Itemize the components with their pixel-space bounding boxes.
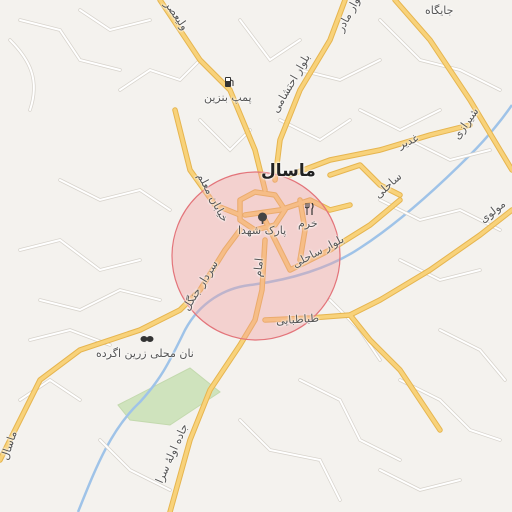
road-label-imam: امام [251,257,266,278]
gas-station-label[interactable]: پمپ بنزین [204,92,252,103]
park-label[interactable]: پارک شهدا [238,225,286,236]
road-label-tabatabaei: طباطبایی [275,311,320,328]
bakery-label[interactable]: نان محلی زرین اگرده [96,348,194,359]
city-label[interactable]: ماسال [261,163,316,180]
map-canvas [0,0,512,512]
map-view[interactable]: ماسال پارک شهدا پمپ بنزین جایگاه خرم نان… [0,0,512,512]
station-label[interactable]: جایگاه [425,5,453,16]
khorram-label[interactable]: خرم [298,218,318,229]
